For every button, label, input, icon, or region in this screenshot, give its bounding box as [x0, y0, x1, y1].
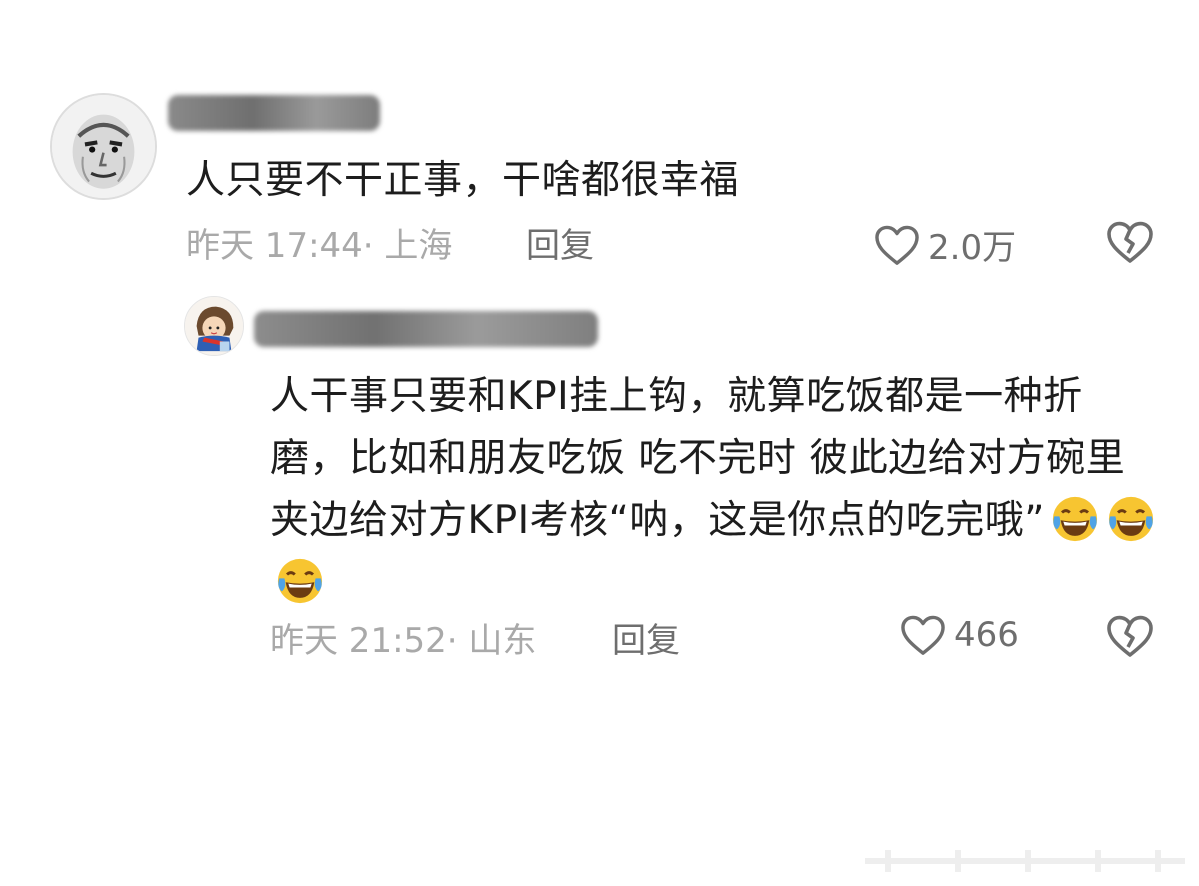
- reply-button[interactable]: 回复: [612, 613, 680, 662]
- like-button[interactable]: 466: [900, 614, 1019, 656]
- broken-heart-icon: [1107, 221, 1153, 263]
- dislike-button[interactable]: [1106, 614, 1154, 662]
- username-blurred[interactable]: [168, 95, 380, 131]
- comment-meta: 昨天 21:52· 山东: [270, 621, 537, 661]
- heart-icon: [901, 615, 945, 655]
- reply-button[interactable]: 回复: [526, 218, 594, 267]
- emoji-laughing-tears-icon: [1049, 493, 1101, 545]
- comment-text: 人只要不干正事，干啥都很幸福: [186, 158, 740, 203]
- like-count: 2.0万: [928, 228, 1017, 268]
- username-blurred[interactable]: [254, 311, 598, 347]
- watermark: [865, 850, 1185, 872]
- comment-text-content: 人干事只要和KPI挂上钩，就算吃饭都是一种折磨，比如和朋友吃饭 吃不完时 彼此边…: [270, 374, 1126, 543]
- dislike-button[interactable]: [1106, 220, 1154, 268]
- heart-icon: [875, 225, 919, 265]
- avatar[interactable]: [184, 296, 244, 356]
- like-button[interactable]: 2.0万: [874, 220, 1016, 269]
- like-count: 466: [954, 615, 1019, 655]
- emoji-laughing-tears-icon: [1105, 493, 1157, 545]
- emoji-laughing-tears-icon: [274, 555, 326, 607]
- broken-heart-icon: [1107, 615, 1153, 657]
- comment-meta: 昨天 17:44· 上海: [186, 226, 453, 266]
- comment-text: 人干事只要和KPI挂上钩，就算吃饭都是一种折磨，比如和朋友吃饭 吃不完时 彼此边…: [270, 366, 1160, 614]
- avatar[interactable]: [50, 93, 157, 200]
